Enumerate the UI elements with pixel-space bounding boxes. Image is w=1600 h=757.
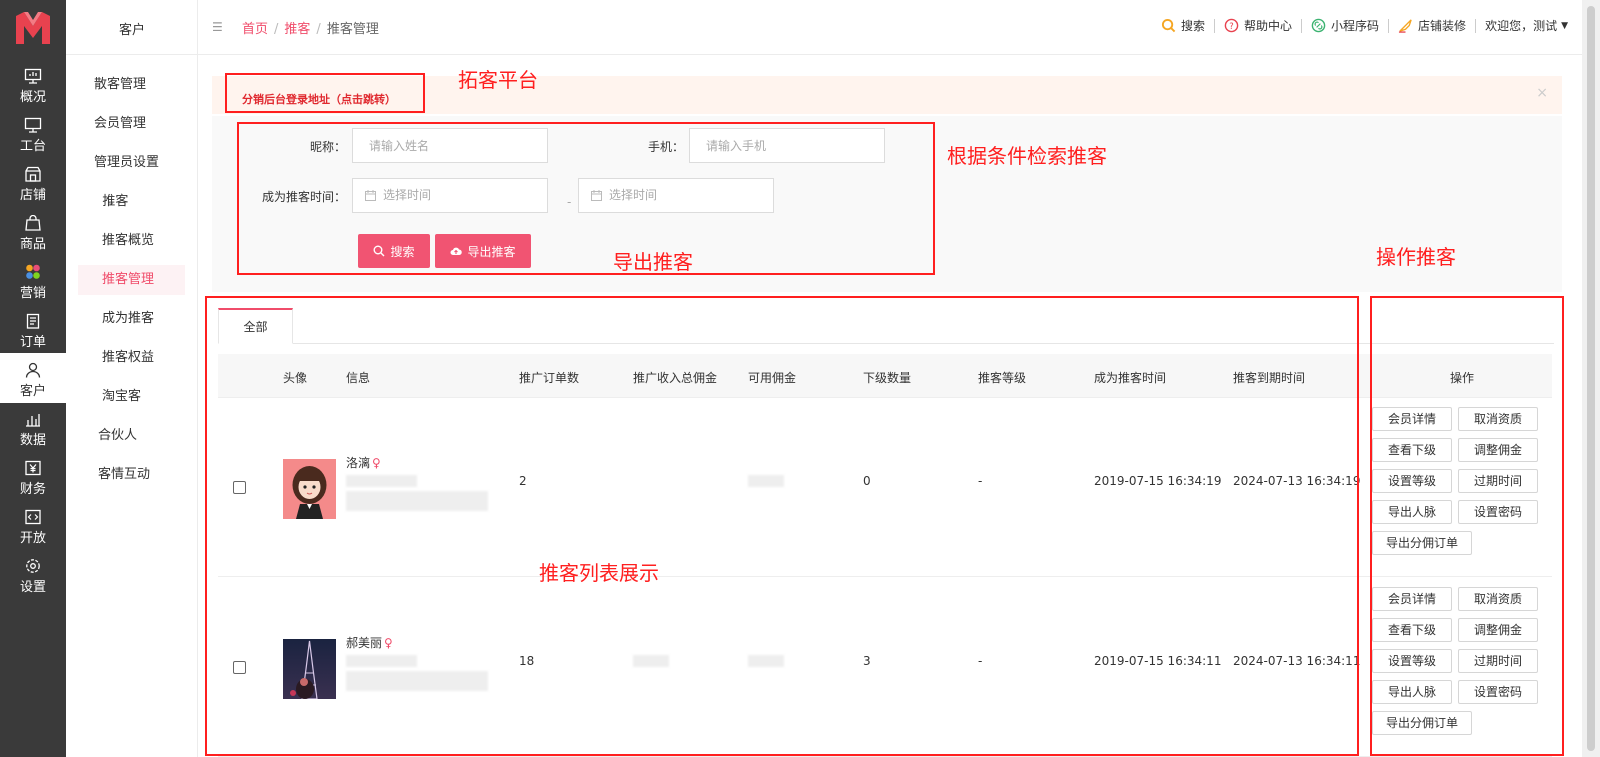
nav-marketing[interactable]: 营销 xyxy=(0,255,66,305)
annotation-box-list xyxy=(205,296,1359,756)
page-scrollbar[interactable] xyxy=(1582,0,1600,757)
annotation-search: 根据条件检索推客 xyxy=(947,144,1107,168)
scrollbar-thumb[interactable] xyxy=(1587,6,1595,751)
nav-overview-label: 概况 xyxy=(19,90,46,105)
annotation-export: 导出推客 xyxy=(613,250,693,274)
top-bar: ☰ 首页 / 推客 / 推客管理 搜索 ? 帮助中心 小程序码 店铺装修 欢迎您… xyxy=(198,0,1582,55)
nav-marketing-label: 营销 xyxy=(19,286,46,301)
breadcrumb-parent[interactable]: 推客 xyxy=(284,22,310,37)
caret-down-icon: ▼ xyxy=(1561,20,1568,31)
nav-data[interactable]: 数据 xyxy=(0,402,66,452)
nav-finance-label: 财务 xyxy=(19,482,46,497)
menu-partner[interactable]: ›合伙人 xyxy=(66,421,198,451)
close-icon[interactable]: × xyxy=(1536,85,1548,101)
desktop-icon xyxy=(24,117,42,133)
help-icon: ? xyxy=(1224,18,1239,33)
annotation-box-filter xyxy=(237,122,935,275)
colorful-dots-icon xyxy=(26,264,40,279)
collapse-menu-icon[interactable]: ☰ xyxy=(212,20,223,34)
annotation-box-notice xyxy=(225,73,425,113)
nav-overview[interactable]: 概况 xyxy=(0,59,66,109)
search-icon xyxy=(1161,18,1176,33)
monitor-icon xyxy=(24,68,42,84)
nav-finance[interactable]: 财务 xyxy=(0,451,66,501)
nav-orders[interactable]: 订单 xyxy=(0,304,66,354)
gear-icon xyxy=(26,559,40,573)
nav-open-label: 开放 xyxy=(19,531,46,546)
nav-store[interactable]: 店铺 xyxy=(0,157,66,207)
breadcrumb-home[interactable]: 首页 xyxy=(242,22,268,37)
nav-goods[interactable]: 商品 xyxy=(0,206,66,256)
brand-logo[interactable] xyxy=(14,10,52,46)
sub-menu: 客户 散客管理 会员管理 管理员设置 ⌄推客 推客概览 推客管理 成为推客 推客… xyxy=(66,0,198,757)
yen-icon xyxy=(25,460,41,476)
top-help-button[interactable]: ? 帮助中心 xyxy=(1224,17,1292,34)
menu-admin-settings[interactable]: 管理员设置 xyxy=(66,148,198,178)
user-icon xyxy=(25,362,41,378)
link-icon xyxy=(1311,18,1326,33)
nav-workbench-label: 工台 xyxy=(19,139,46,154)
annotation-operate: 操作推客 xyxy=(1376,245,1456,269)
nav-settings[interactable]: 设置 xyxy=(0,549,66,599)
breadcrumb: 首页 / 推客 / 推客管理 xyxy=(242,22,379,37)
nav-orders-label: 订单 xyxy=(19,335,46,350)
main-nav-rail: 概况 工台 店铺 商品 营销 订单 客户 数据 财务 开放 设置 xyxy=(0,0,66,757)
brush-icon xyxy=(1398,19,1412,33)
menu-promoter-manage[interactable]: 推客管理 xyxy=(66,265,198,295)
breadcrumb-current: 推客管理 xyxy=(326,22,379,37)
top-actions: 搜索 ? 帮助中心 小程序码 店铺装修 欢迎您，测试 ▼ xyxy=(1161,17,1568,34)
top-decorate-button[interactable]: 店铺装修 xyxy=(1398,17,1466,34)
top-miniapp-button[interactable]: 小程序码 xyxy=(1311,17,1379,34)
nav-workbench[interactable]: 工台 xyxy=(0,108,66,158)
menu-promoter-group[interactable]: ⌄推客 xyxy=(66,187,198,217)
nav-store-label: 店铺 xyxy=(19,188,46,203)
menu-walkin-customers[interactable]: 散客管理 xyxy=(66,70,198,100)
annotation-platform: 拓客平台 xyxy=(458,68,538,92)
user-menu[interactable]: 欢迎您，测试 ▼ xyxy=(1485,17,1568,34)
store-icon xyxy=(25,166,41,182)
app-window: 概况 工台 店铺 商品 营销 订单 客户 数据 财务 开放 设置 客户 散客管理… xyxy=(0,0,1600,757)
bar-chart-icon xyxy=(26,414,40,427)
menu-member-manage[interactable]: 会员管理 xyxy=(66,109,198,139)
nav-settings-label: 设置 xyxy=(19,580,46,595)
nav-customers[interactable]: 客户 xyxy=(0,353,66,403)
menu-taobao-affiliate[interactable]: 淘宝客 xyxy=(66,382,198,412)
menu-promoter-rights[interactable]: 推客权益 xyxy=(66,343,198,373)
menu-customer-interaction[interactable]: ›客情互动 xyxy=(66,460,198,490)
code-icon xyxy=(25,509,41,525)
svg-text:?: ? xyxy=(1229,21,1233,31)
bag-icon xyxy=(25,215,41,231)
nav-open[interactable]: 开放 xyxy=(0,500,66,550)
order-icon xyxy=(26,313,40,329)
nav-goods-label: 商品 xyxy=(19,237,46,252)
menu-become-promoter[interactable]: 成为推客 xyxy=(66,304,198,334)
annotation-box-ops xyxy=(1370,296,1564,756)
sub-menu-divider xyxy=(66,54,198,55)
menu-promoter-overview[interactable]: 推客概览 xyxy=(66,226,198,256)
sub-menu-title: 客户 xyxy=(118,23,145,38)
top-search-button[interactable]: 搜索 xyxy=(1161,17,1205,34)
nav-customers-label: 客户 xyxy=(19,384,46,399)
nav-data-label: 数据 xyxy=(19,433,46,448)
annotation-list: 推客列表展示 xyxy=(539,561,659,585)
